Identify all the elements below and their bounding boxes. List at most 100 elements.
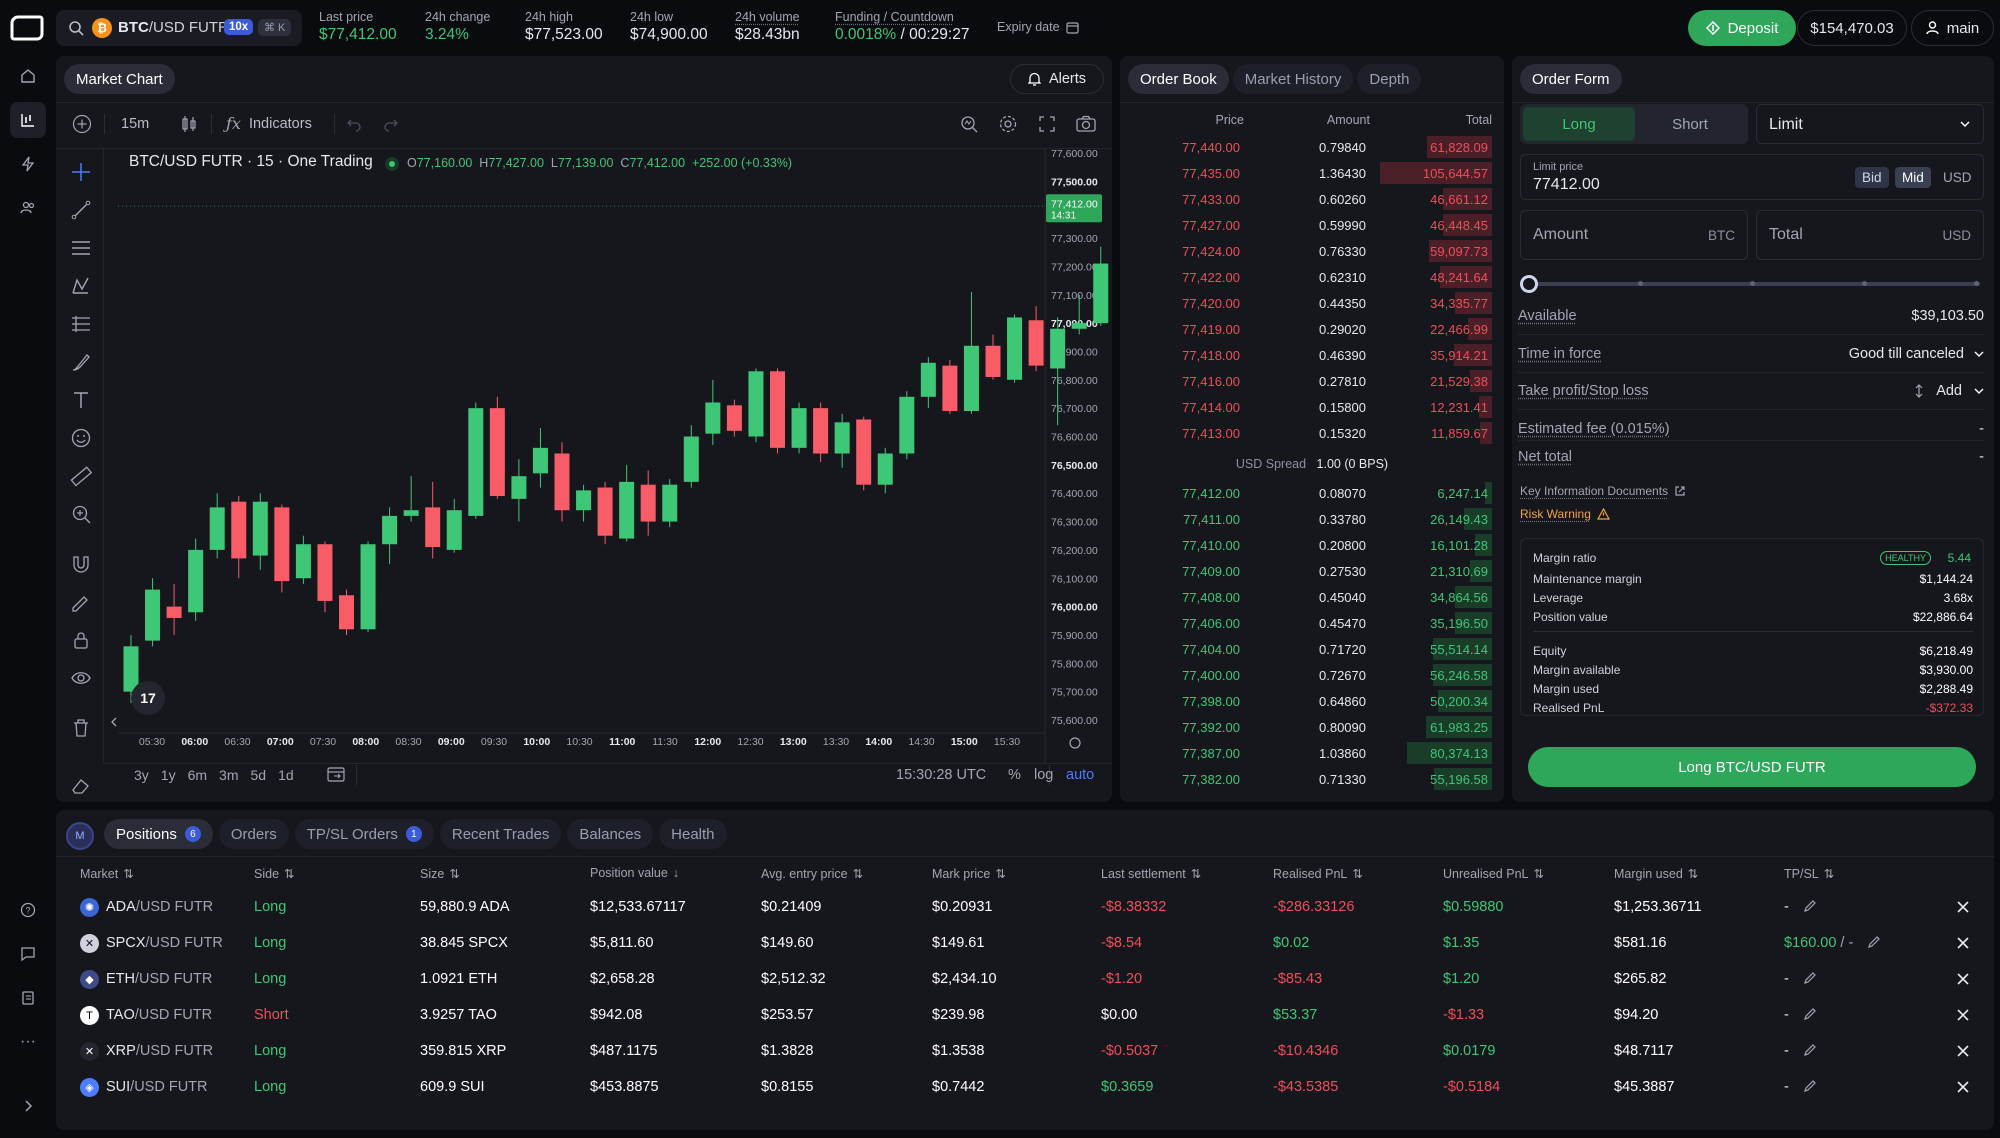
tradingview-logo[interactable]: 17	[131, 681, 165, 715]
brush-icon[interactable]	[70, 351, 92, 373]
nav-help[interactable]: ?	[10, 892, 46, 928]
edit-icon[interactable]	[1803, 971, 1817, 987]
ob-ask-row[interactable]: 77,414.00 0.15800 12,231.41	[1120, 394, 1500, 420]
col-header[interactable]: Last settlement ⇅	[1101, 866, 1201, 881]
tab-order-book[interactable]: Order Book	[1128, 64, 1229, 94]
close-position-icon[interactable]	[1956, 1008, 1970, 1022]
magnet-icon[interactable]	[70, 553, 92, 575]
nav-trade[interactable]	[10, 102, 46, 138]
crosshair-icon[interactable]	[70, 161, 92, 183]
tab-order-form[interactable]: Order Form	[1520, 64, 1622, 94]
table-row[interactable]: ✕ SPCX/USD FUTR Long 38.845 SPCX $5,811.60 $1…	[58, 926, 1988, 962]
nav-users[interactable]	[10, 190, 46, 226]
ruler-icon[interactable]	[70, 465, 92, 487]
range-1d[interactable]: 1d	[278, 767, 294, 783]
ob-bid-row[interactable]: 77,409.00 0.27530 21,310.69	[1120, 558, 1500, 584]
date-range-icon[interactable]	[326, 765, 346, 783]
short-button[interactable]: Short	[1635, 107, 1745, 141]
ob-bid-row[interactable]: 77,382.00 0.71330 55,196.58	[1120, 766, 1500, 792]
ob-bid-row[interactable]: 77,411.00 0.33780 26,149.43	[1120, 506, 1500, 532]
tab-balances[interactable]: Balances	[567, 819, 654, 849]
col-header[interactable]: Avg. entry price ⇅	[761, 866, 863, 881]
ob-ask-row[interactable]: 77,419.00 0.29020 22,466.99	[1120, 316, 1500, 342]
col-header[interactable]: Unrealised PnL ⇅	[1443, 866, 1544, 881]
kid-link[interactable]: Key Information Documents	[1520, 484, 1686, 498]
utc-clock[interactable]: 15:30:28 UTC	[896, 767, 986, 783]
lock-icon[interactable]	[70, 629, 92, 651]
candlestick-chart[interactable]: 77,600.0077,500.0077,400.0077,300.0077,2…	[118, 149, 1112, 763]
alerts-button[interactable]: Alerts	[1010, 64, 1104, 94]
ob-bid-row[interactable]: 77,406.00 0.45470 35,196.50	[1120, 610, 1500, 636]
ob-ask-row[interactable]: 77,420.00 0.44350 34,335.77	[1120, 290, 1500, 316]
total-field[interactable]: Total USD	[1756, 210, 1984, 260]
close-position-icon[interactable]	[1956, 900, 1970, 914]
ob-bid-row[interactable]: 77,400.00 0.72670 56,246.58	[1120, 662, 1500, 688]
table-row[interactable]: ◈ SUI/USD FUTR Long 609.9 SUI $453.8875 $0.81…	[58, 1070, 1988, 1106]
pencil-lock-icon[interactable]	[70, 591, 92, 613]
close-position-icon[interactable]	[1956, 1080, 1970, 1094]
ob-ask-row[interactable]: 77,427.00 0.59990 46,448.45	[1120, 212, 1500, 238]
market-cell[interactable]: ETH/USD FUTR	[106, 971, 212, 987]
market-cell[interactable]: XRP/USD FUTR	[106, 1043, 213, 1059]
account-avatar[interactable]: M	[66, 822, 94, 850]
col-header[interactable]: Realised PnL ⇅	[1273, 866, 1363, 881]
close-position-icon[interactable]	[1956, 1044, 1970, 1058]
percent-scale-toggle[interactable]: %	[1008, 767, 1021, 783]
candle-type-icon[interactable]	[180, 114, 198, 134]
market-cell[interactable]: TAO/USD FUTR	[106, 1007, 212, 1023]
nav-docs[interactable]	[10, 980, 46, 1016]
long-button[interactable]: Long	[1523, 107, 1635, 141]
range-6m[interactable]: 6m	[188, 767, 207, 783]
ob-bid-row[interactable]: 77,398.00 0.64860 50,200.34	[1120, 688, 1500, 714]
mid-button[interactable]: Mid	[1895, 167, 1931, 188]
range-5d[interactable]: 5d	[251, 767, 267, 783]
nav-lightning[interactable]	[10, 146, 46, 182]
undo-icon[interactable]	[346, 116, 362, 132]
pattern-icon[interactable]	[70, 275, 92, 297]
market-selector[interactable]: ₿ BTC/USD FUTR 10x ⌘ K	[56, 10, 302, 46]
range-3y[interactable]: 3y	[134, 767, 149, 783]
order-type-select[interactable]: Limit	[1756, 104, 1984, 144]
col-header[interactable]: Size ⇅	[420, 866, 460, 881]
chart-settings-icon[interactable]	[998, 114, 1018, 134]
add-indicator-icon[interactable]	[72, 114, 92, 134]
interval-selector[interactable]: 15m	[121, 116, 149, 132]
log-scale-toggle[interactable]: log	[1034, 767, 1053, 783]
col-header[interactable]: Side ⇅	[254, 866, 295, 881]
slider-handle[interactable]	[1520, 275, 1538, 293]
indicators-button[interactable]: ƒx Indicators	[226, 114, 312, 133]
app-logo[interactable]	[10, 14, 44, 42]
edit-icon[interactable]	[1803, 899, 1817, 915]
ob-bid-row[interactable]: 77,392.00 0.80090 61,983.25	[1120, 714, 1500, 740]
fullscreen-icon[interactable]	[1037, 114, 1057, 134]
tab-health[interactable]: Health	[659, 819, 727, 849]
submit-order-button[interactable]: Long BTC/USD FUTR	[1528, 747, 1976, 787]
col-header[interactable]: Market ⇅	[80, 866, 134, 881]
ob-bid-row[interactable]: 77,410.00 0.20800 16,101.28	[1120, 532, 1500, 558]
horizontal-lines-icon[interactable]	[70, 237, 92, 259]
nav-feedback[interactable]	[10, 936, 46, 972]
tab-tp-sl-orders[interactable]: TP/SL Orders 1	[294, 819, 434, 849]
ob-ask-row[interactable]: 77,422.00 0.62310 48,241.64	[1120, 264, 1500, 290]
tab-depth[interactable]: Depth	[1357, 64, 1422, 94]
eye-icon[interactable]	[70, 667, 92, 689]
ob-ask-row[interactable]: 77,435.00 1.36430 105,644.57	[1120, 160, 1500, 186]
trend-line-icon[interactable]	[70, 199, 92, 221]
account-button[interactable]: main	[1911, 10, 1994, 46]
edit-icon[interactable]	[1803, 1007, 1817, 1023]
table-row[interactable]: T TAO/USD FUTR Short 3.9257 TAO $942.08 $253.…	[58, 998, 1988, 1034]
trash-icon[interactable]	[70, 717, 92, 739]
ob-ask-row[interactable]: 77,413.00 0.15320 11,859.67	[1120, 420, 1500, 446]
bid-button[interactable]: Bid	[1855, 167, 1889, 188]
range-3m[interactable]: 3m	[219, 767, 238, 783]
tab-orders[interactable]: Orders	[218, 819, 289, 849]
ob-ask-row[interactable]: 77,418.00 0.46390 35,914.21	[1120, 342, 1500, 368]
tab-market-history[interactable]: Market History	[1232, 64, 1354, 94]
table-row[interactable]: ✺ ADA/USD FUTR Long 59,880.9 ADA $12,533.671…	[58, 890, 1988, 926]
nav-more[interactable]: ···	[10, 1024, 46, 1060]
amount-field[interactable]: Amount BTC	[1520, 210, 1748, 260]
edit-icon[interactable]	[1803, 1079, 1817, 1095]
ob-bid-row[interactable]: 77,412.00 0.08070 6,247.14	[1120, 480, 1500, 506]
ob-bid-row[interactable]: 77,404.00 0.71720 55,514.14	[1120, 636, 1500, 662]
market-cell[interactable]: SUI/USD FUTR	[106, 1079, 208, 1095]
